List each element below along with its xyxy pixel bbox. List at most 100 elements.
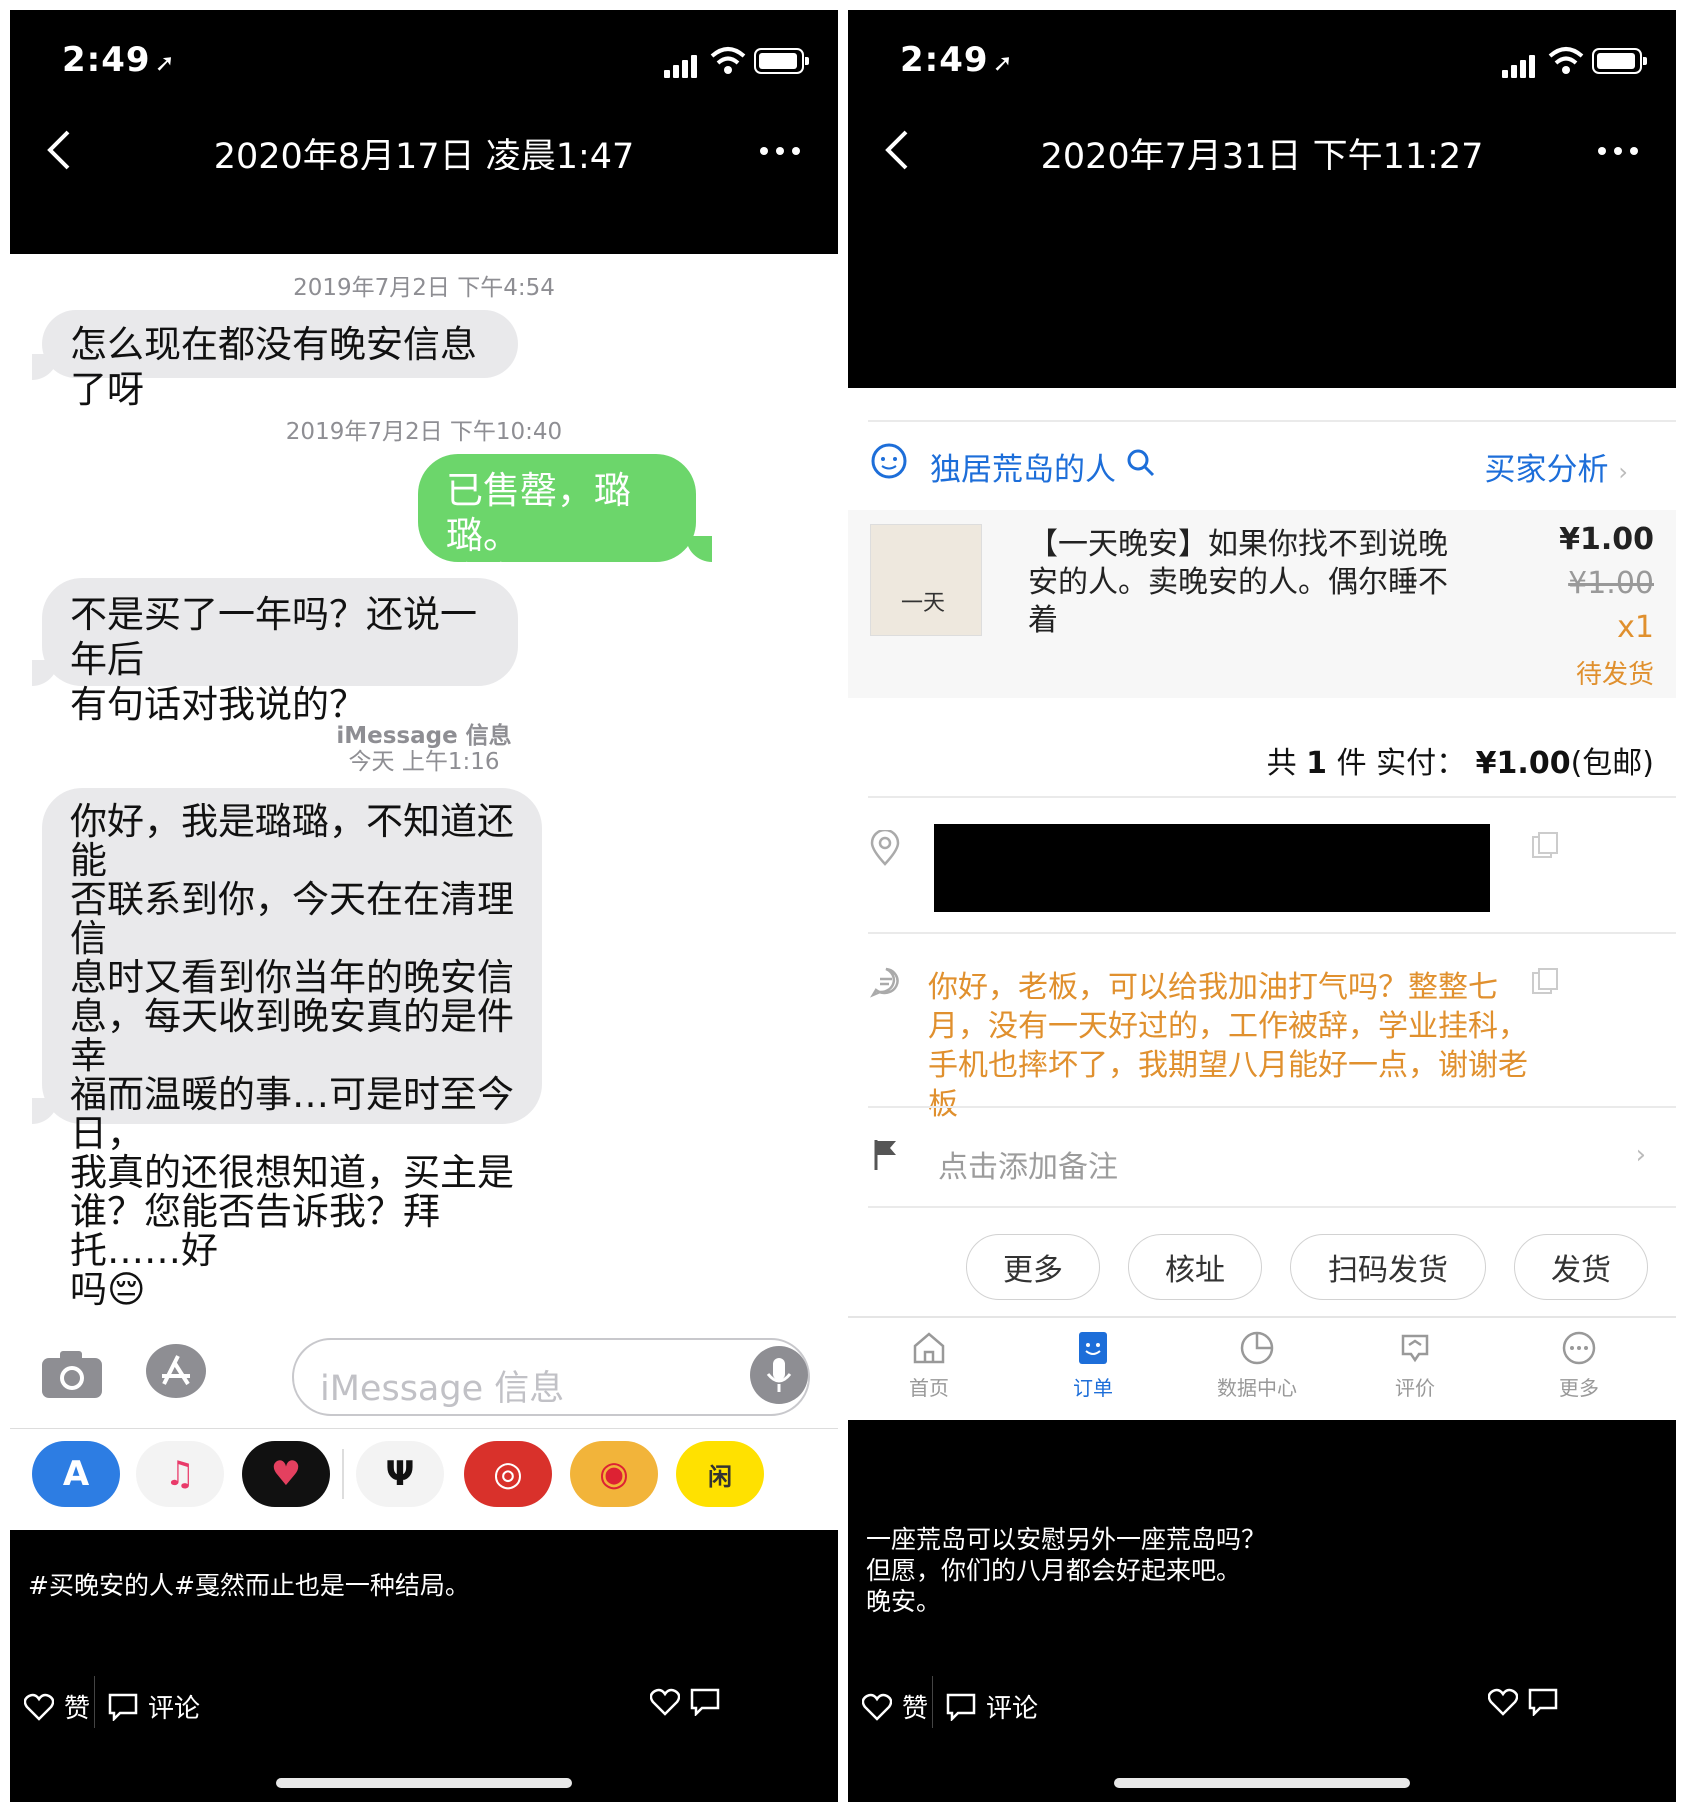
total-prefix: 共 <box>1266 746 1297 781</box>
bubble-tail <box>32 354 58 380</box>
order-item-row[interactable]: 一天 【一天晚安】如果你找不到说晚安的人。卖晚安的人。偶尔睡不着 ¥1.00 ¥… <box>848 510 1676 698</box>
battery-icon <box>754 48 809 74</box>
order-total: 共 1 件 实付： ¥1.00(包邮) <box>1267 738 1654 782</box>
total-suffix: (包邮) <box>1570 746 1654 781</box>
chevron-right-icon: › <box>1635 1140 1646 1170</box>
tab-orders[interactable]: 订单 <box>1038 1328 1148 1401</box>
more-icon[interactable] <box>760 147 800 155</box>
home-indicator <box>1114 1778 1410 1788</box>
buyer-analysis-label: 买家分析 <box>1484 452 1609 488</box>
comment-icon[interactable] <box>690 1688 720 1716</box>
review-icon <box>1401 1334 1429 1363</box>
scan-ship-button[interactable]: 扫码发货 <box>1290 1234 1486 1300</box>
more-icon[interactable] <box>1598 147 1638 155</box>
comment-label: 评论 <box>148 1694 201 1724</box>
verify-address-button[interactable]: 核址 <box>1128 1234 1262 1300</box>
total-amount: ¥1.00 <box>1475 746 1571 781</box>
like-button[interactable]: 赞 <box>24 1688 90 1725</box>
incoming-message[interactable]: 怎么现在都没有晚安信息了呀 <box>42 310 518 411</box>
more-circle-icon <box>1562 1331 1596 1365</box>
xianyu-icon[interactable]: 闲 <box>676 1441 764 1507</box>
total-label: 件 实付： <box>1336 746 1467 781</box>
like-label: 赞 <box>902 1694 929 1724</box>
music-icon[interactable]: ♫ <box>136 1441 224 1507</box>
comment-icon <box>108 1693 138 1721</box>
signal-icon <box>664 54 700 78</box>
microphone-icon[interactable] <box>750 1346 808 1404</box>
status-time: 2:49 ➚ <box>900 40 1014 80</box>
comment-icon[interactable] <box>1528 1688 1558 1716</box>
item-quantity: x1 <box>1617 610 1654 645</box>
chat-bubble-icon <box>870 967 899 998</box>
sticker-app-icon[interactable]: Ψ <box>356 1441 444 1507</box>
imessage-app-drawer: A ♫ ♥ Ψ ◎ ◉ 闲 <box>10 1428 838 1530</box>
tab-more[interactable]: 更多 <box>1524 1328 1634 1401</box>
action-divider <box>932 1676 933 1728</box>
ship-button[interactable]: 发货 <box>1514 1234 1648 1300</box>
wifi-icon <box>1548 47 1584 74</box>
tab-reviews-label: 评价 <box>1395 1376 1435 1400</box>
tab-home[interactable]: 首页 <box>874 1328 984 1401</box>
netease-music-icon[interactable]: ◎ <box>464 1441 552 1507</box>
buyer-name[interactable]: 独居荒岛的人 <box>930 444 1116 489</box>
home-indicator <box>276 1778 572 1788</box>
copy-icon[interactable] <box>1530 830 1560 860</box>
tab-home-label: 首页 <box>909 1376 949 1400</box>
app-store-icon[interactable]: A <box>32 1441 120 1507</box>
tab-orders-label: 订单 <box>1073 1376 1113 1400</box>
camera-icon[interactable] <box>40 1348 104 1400</box>
tab-data-center[interactable]: 数据中心 <box>1202 1328 1312 1401</box>
product-thumbnail: 一天 <box>870 524 982 636</box>
item-price: ¥1.00 <box>1559 522 1654 557</box>
redacted-area <box>848 170 1676 388</box>
incoming-message[interactable]: 你好，我是璐璐，不知道还能 否联系到你，今天在在清理信 息时又看到你当年的晚安信… <box>42 788 542 1309</box>
app-store-button-icon[interactable] <box>144 1342 212 1400</box>
status-time: 2:49 ➚ <box>62 40 176 80</box>
battery-icon <box>1592 48 1647 74</box>
bubble-tail <box>686 536 712 562</box>
tab-reviews[interactable]: 评价 <box>1360 1328 1470 1401</box>
post-actions: 赞 评论 <box>848 1646 1676 1802</box>
orders-icon <box>1079 1332 1107 1364</box>
like-label: 赞 <box>64 1694 91 1724</box>
copy-icon[interactable] <box>1530 966 1560 996</box>
heart-icon[interactable] <box>1488 1688 1518 1716</box>
redacted-area <box>10 170 838 254</box>
add-note-link[interactable]: 点击添加备注 <box>938 1142 1118 1186</box>
divider <box>868 932 1676 934</box>
location-arrow-icon: ➚ <box>154 49 176 77</box>
heart-icon <box>862 1693 892 1721</box>
pie-chart-icon <box>1240 1331 1274 1365</box>
original-price: ¥1.00 <box>1568 566 1654 601</box>
flag-icon <box>874 1140 896 1170</box>
more-button[interactable]: 更多 <box>966 1234 1100 1300</box>
divider <box>868 1206 1676 1208</box>
buyer-analysis-link[interactable]: 买家分析 › <box>1485 444 1628 489</box>
message-timestamp: 2019年7月2日 下午10:40 <box>285 419 563 445</box>
post-actions: 赞 评论 <box>10 1646 838 1802</box>
divider <box>868 796 1676 798</box>
like-button[interactable]: 赞 <box>862 1688 928 1725</box>
message-input[interactable]: iMessage 信息 <box>292 1338 810 1416</box>
digital-touch-heart-icon[interactable]: ♥ <box>242 1441 330 1507</box>
action-divider <box>94 1676 95 1728</box>
heart-icon[interactable] <box>650 1688 680 1716</box>
thumbnail-text: 一天 <box>901 591 946 616</box>
status-and-nav-bar: 2:49 ➚ 2020年8月17日 凌晨1:47 <box>10 10 838 194</box>
tab-data-center-label: 数据中心 <box>1217 1376 1297 1400</box>
chevron-right-icon: › <box>1618 458 1628 486</box>
comment-icon <box>946 1693 976 1721</box>
weibo-icon[interactable]: ◉ <box>570 1441 658 1507</box>
outgoing-message[interactable]: 已售罄，璐璐。 晚安。 <box>418 454 696 602</box>
divider <box>868 420 1676 422</box>
buyer-avatar-icon <box>871 443 907 479</box>
location-pin-icon <box>870 830 900 866</box>
item-title: 【一天晚安】如果你找不到说晚安的人。卖晚安的人。偶尔睡不着 <box>1028 527 1448 638</box>
incoming-message[interactable]: 不是买了一年吗？还说一年后 有句话对我说的？ <box>42 578 518 726</box>
location-arrow-icon: ➚ <box>992 49 1014 77</box>
buyer-message: 你好，老板，可以给我加油打气吗？整整七月，没有一天好过的，工作被辞，学业挂科，手… <box>928 970 1528 1122</box>
comment-button[interactable]: 评论 <box>946 1688 1038 1725</box>
search-icon[interactable] <box>1126 448 1156 478</box>
redacted-address <box>934 824 1490 912</box>
comment-button[interactable]: 评论 <box>108 1688 200 1725</box>
